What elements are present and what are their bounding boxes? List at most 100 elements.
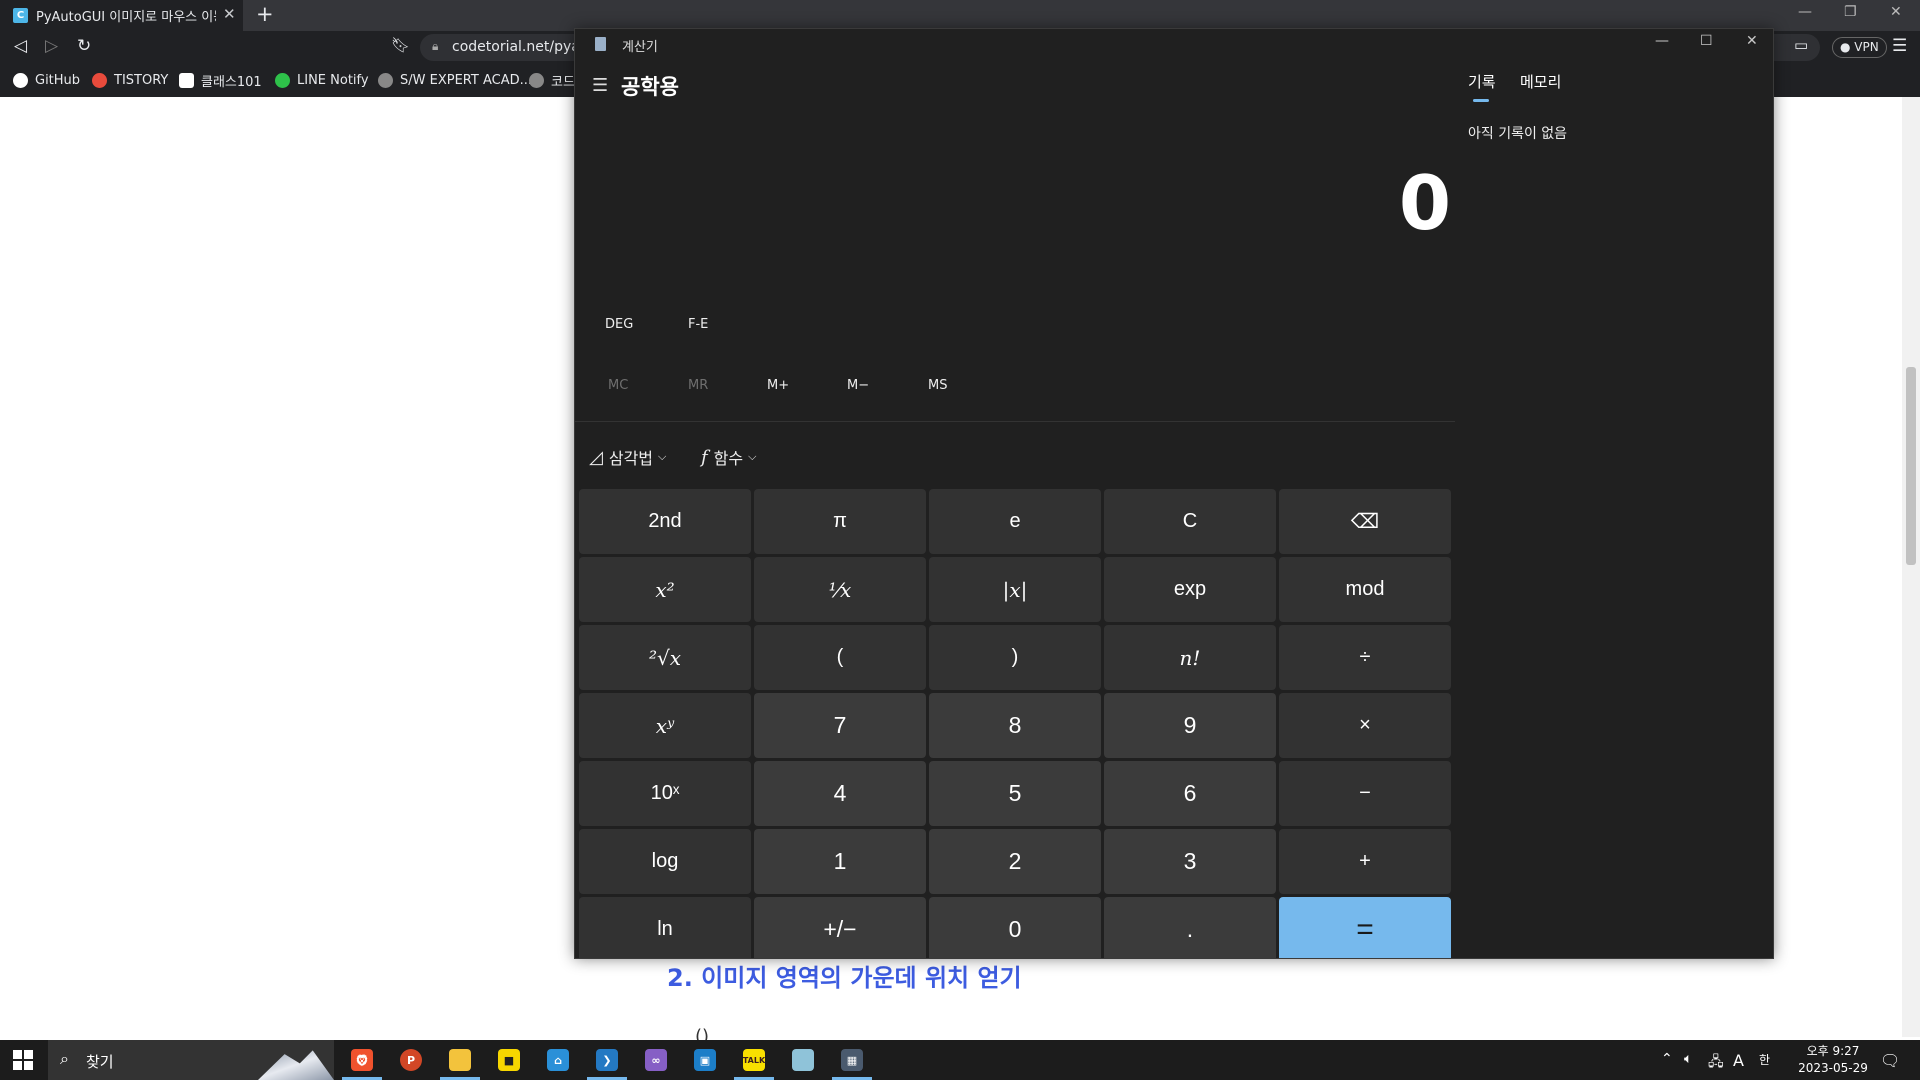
bookmark-swexpert[interactable]: S/W EXPERT ACAD... xyxy=(378,70,532,90)
show-hidden-icons-icon[interactable]: ⌃ xyxy=(1661,1051,1673,1067)
digit-1-button[interactable]: 1 xyxy=(754,829,926,894)
page-scrollbar-thumb[interactable] xyxy=(1906,367,1916,565)
page-scrollbar[interactable] xyxy=(1902,97,1920,1037)
menu-icon[interactable]: ☰ xyxy=(1892,36,1907,56)
bookmark-label: LINE Notify xyxy=(297,72,369,88)
ime-indicator[interactable]: A xyxy=(1733,1051,1744,1070)
equals-button[interactable]: = xyxy=(1279,897,1451,958)
visual-studio-icon[interactable]: ∞ xyxy=(642,1045,670,1075)
file-explorer-icon[interactable] xyxy=(446,1045,474,1075)
bookmark-tistory[interactable]: TISTORY xyxy=(92,70,168,90)
angle-mode-button[interactable]: DEG xyxy=(605,317,633,332)
sticky-notes-icon[interactable]: ■ xyxy=(495,1045,523,1075)
power-button[interactable]: xʸ xyxy=(579,693,751,758)
natural-log-button[interactable]: ln xyxy=(579,897,751,958)
negate-button[interactable]: +/− xyxy=(754,897,926,958)
forward-icon[interactable]: ▷ xyxy=(45,36,58,56)
page-section-heading: 2. 이미지 영역의 가운데 위치 얻기 xyxy=(667,964,1022,992)
minus-button[interactable]: − xyxy=(1279,761,1451,826)
backspace-button[interactable]: ⌫ xyxy=(1279,489,1451,554)
browser-minimize-button[interactable]: — xyxy=(1798,4,1812,20)
windows-start-button[interactable] xyxy=(13,1050,33,1070)
bookmark-code[interactable]: 코드 xyxy=(529,70,575,90)
feather-app-icon[interactable] xyxy=(789,1045,817,1075)
memory-recall-button[interactable]: MR xyxy=(688,378,708,393)
decimal-button[interactable]: . xyxy=(1104,897,1276,958)
memory-subtract-button[interactable]: M− xyxy=(847,378,869,393)
remote-desktop-icon[interactable]: ▣ xyxy=(691,1045,719,1075)
browser-close-button[interactable]: ✕ xyxy=(1890,4,1902,20)
hamburger-menu-icon[interactable]: ☰ xyxy=(592,75,608,96)
trigonometry-dropdown[interactable]: ◿ 삼각법 ⌵ xyxy=(589,445,666,469)
absolute-button[interactable]: |x| xyxy=(929,557,1101,622)
system-clock[interactable]: 오후 9:27 2023-05-29 xyxy=(1788,1043,1878,1077)
active-tab-indicator xyxy=(1473,99,1489,102)
vscode-icon[interactable]: ❯ xyxy=(593,1045,621,1075)
digit-4-button[interactable]: 4 xyxy=(754,761,926,826)
triangle-icon: ◿ xyxy=(589,446,603,468)
reciprocal-button[interactable]: ¹⁄x xyxy=(754,557,926,622)
calc-minimize-button[interactable]: — xyxy=(1655,33,1669,49)
volume-icon[interactable]: 🔈︎ xyxy=(1684,1051,1692,1067)
multiply-button[interactable]: × xyxy=(1279,693,1451,758)
store-icon[interactable]: ⌂ xyxy=(544,1045,572,1075)
url-text[interactable]: codetorial.net/pyau xyxy=(452,39,589,55)
back-icon[interactable]: ◁ xyxy=(14,36,27,56)
function-icon: f xyxy=(701,446,708,468)
powerpoint-icon[interactable]: P xyxy=(397,1045,425,1075)
calculator-window: 계산기 — ☐ ✕ ☰ 공학용 0 DEG F-E MC MR M+ M− MS… xyxy=(574,28,1774,959)
language-indicator[interactable]: 한 xyxy=(1759,1051,1770,1068)
bookmark-class101[interactable]: 클래스101 xyxy=(179,70,262,90)
second-function-button[interactable]: 2nd xyxy=(579,489,751,554)
digit-0-button[interactable]: 0 xyxy=(929,897,1101,958)
square-button[interactable]: x² xyxy=(579,557,751,622)
function-dropdown[interactable]: f 함수 ⌵ xyxy=(701,445,756,469)
calc-maximize-button[interactable]: ☐ xyxy=(1700,33,1713,49)
digit-6-button[interactable]: 6 xyxy=(1104,761,1276,826)
clear-button[interactable]: C xyxy=(1104,489,1276,554)
memory-store-button[interactable]: MS xyxy=(928,378,947,393)
pi-button[interactable]: π xyxy=(754,489,926,554)
square-root-button[interactable]: ²√x xyxy=(579,625,751,690)
network-icon[interactable]: 🖧︎ xyxy=(1708,1051,1724,1075)
euler-button[interactable]: e xyxy=(929,489,1101,554)
digit-5-button[interactable]: 5 xyxy=(929,761,1101,826)
new-tab-button[interactable]: + xyxy=(256,2,274,26)
digit-9-button[interactable]: 9 xyxy=(1104,693,1276,758)
digit-2-button[interactable]: 2 xyxy=(929,829,1101,894)
plus-button[interactable]: + xyxy=(1279,829,1451,894)
memory-add-button[interactable]: M+ xyxy=(767,378,789,393)
tab-history[interactable]: 기록 xyxy=(1468,71,1496,92)
reload-icon[interactable]: ↻ xyxy=(77,36,91,56)
bookmark-line-notify[interactable]: LINE Notify xyxy=(275,70,369,90)
bookmark-icon[interactable]: 🔖︎ xyxy=(391,36,410,54)
digit-7-button[interactable]: 7 xyxy=(754,693,926,758)
notification-icon[interactable]: 🗨︎ xyxy=(1880,1051,1900,1070)
wallet-icon[interactable]: ▭ xyxy=(1794,36,1808,54)
log-button[interactable]: log xyxy=(579,829,751,894)
browser-restore-button[interactable]: ❐ xyxy=(1844,4,1857,20)
fe-button[interactable]: F-E xyxy=(688,317,708,332)
calculator-taskbar-icon[interactable]: ▦ xyxy=(838,1045,866,1075)
tab-memory[interactable]: 메모리 xyxy=(1520,71,1561,92)
memory-clear-button[interactable]: MC xyxy=(608,378,628,393)
tab-close-icon[interactable]: ✕ xyxy=(223,5,236,23)
vpn-button[interactable]: ● VPN xyxy=(1832,37,1887,58)
digit-3-button[interactable]: 3 xyxy=(1104,829,1276,894)
lock-icon: 🔒︎ xyxy=(432,39,439,53)
close-paren-button[interactable]: ) xyxy=(929,625,1101,690)
browser-tab[interactable]: C PyAutoGUI 이미지로 마우스 이동 ✕ xyxy=(0,0,243,31)
brave-browser-icon[interactable]: 🦁︎ xyxy=(348,1045,376,1075)
divide-button[interactable]: ÷ xyxy=(1279,625,1451,690)
mod-button[interactable]: mod xyxy=(1279,557,1451,622)
kakaotalk-icon[interactable]: TALK xyxy=(740,1045,768,1075)
bookmark-github[interactable]: GitHub xyxy=(13,70,80,90)
digit-8-button[interactable]: 8 xyxy=(929,693,1101,758)
calc-close-button[interactable]: ✕ xyxy=(1746,33,1758,49)
ten-power-button[interactable]: 10ˣ xyxy=(579,761,751,826)
bookmark-label: GitHub xyxy=(35,72,81,88)
exp-button[interactable]: exp xyxy=(1104,557,1276,622)
open-paren-button[interactable]: ( xyxy=(754,625,926,690)
factorial-button[interactable]: n! xyxy=(1104,625,1276,690)
taskbar: ⌕ 찾기 🦁︎ P ■ ⌂ ❯ ∞ ▣ TALK ▦ ⌃ 🔈︎ 🖧︎ A 한 오… xyxy=(0,1040,1920,1080)
